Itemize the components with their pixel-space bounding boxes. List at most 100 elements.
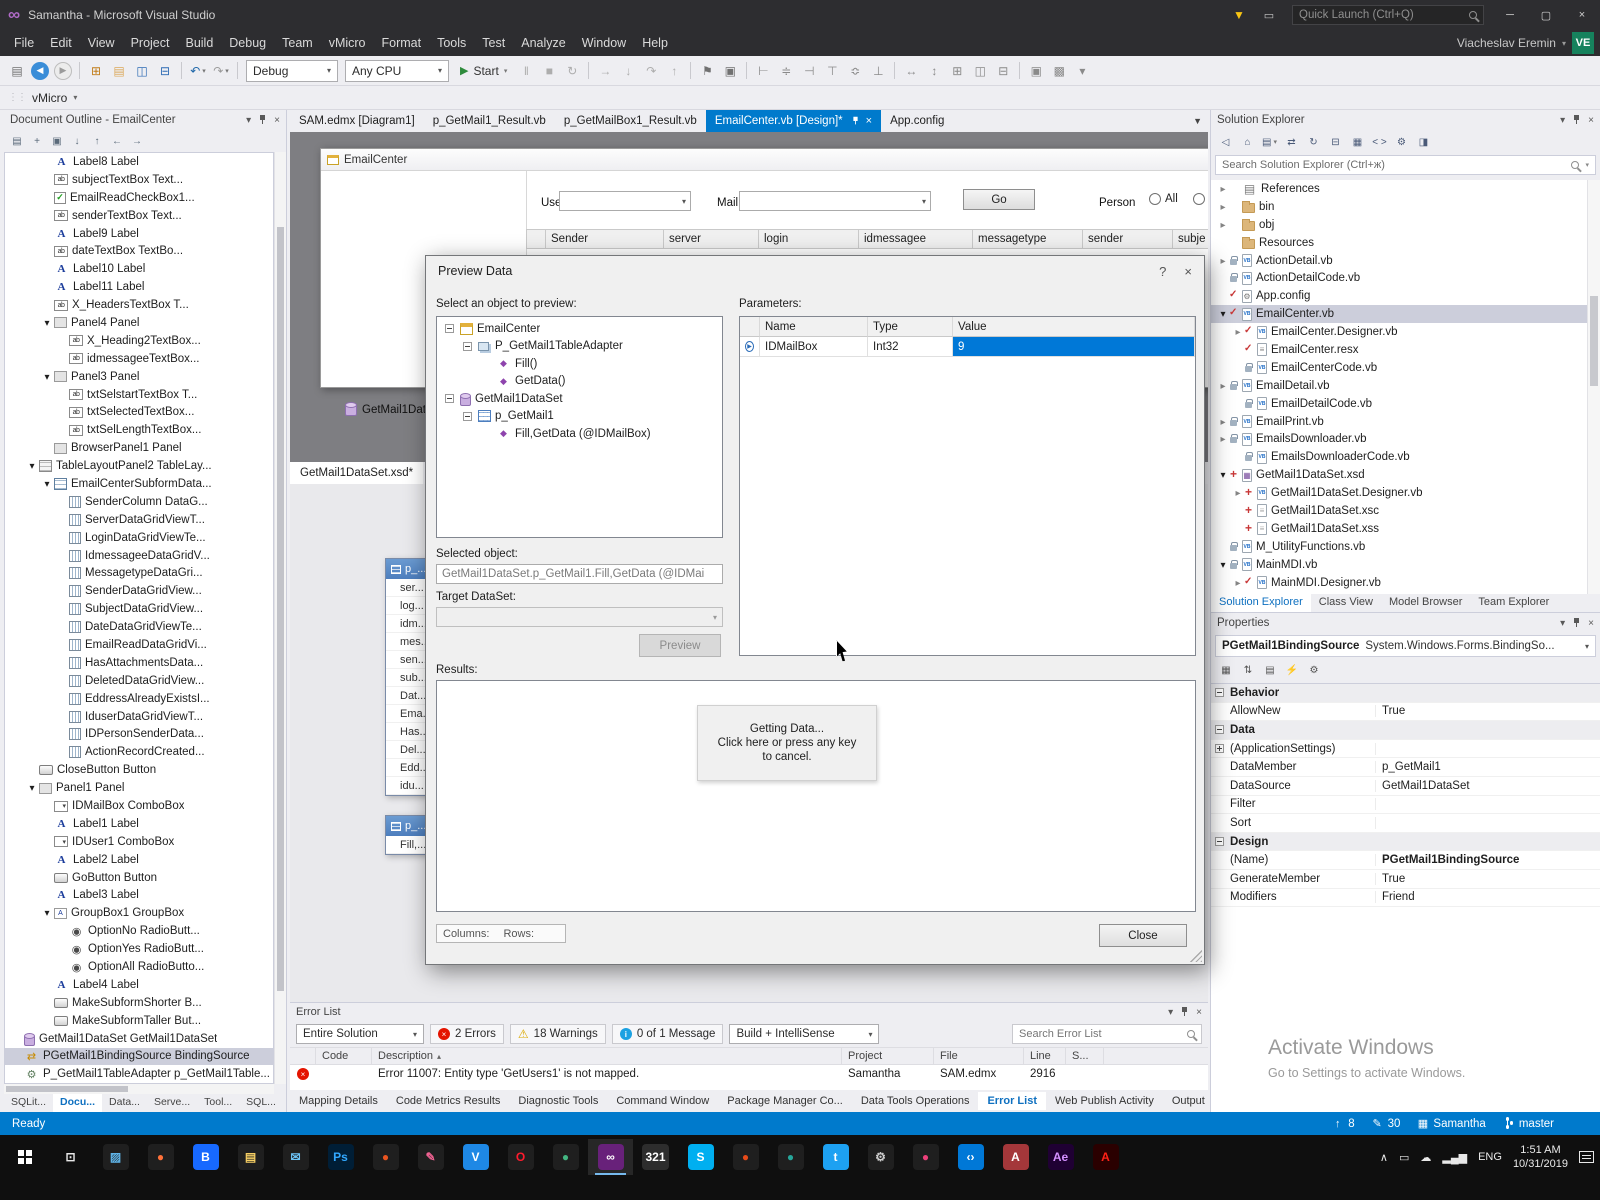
grid-column-header[interactable]: login — [759, 229, 859, 249]
menu-item[interactable]: vMicro — [321, 32, 374, 54]
messages-filter-button[interactable]: i 0 of 1 Message — [611, 1024, 724, 1044]
solution-configuration-dropdown[interactable]: Debug ▾ — [246, 59, 338, 82]
outline-item[interactable]: DeletedDataGridView... — [5, 672, 273, 690]
skype-app[interactable]: S — [678, 1139, 723, 1175]
close-button[interactable]: × — [1564, 0, 1600, 30]
hidden-icons-chevron[interactable]: ∧ — [1380, 1151, 1388, 1164]
opera-app[interactable]: O — [498, 1139, 543, 1175]
radio-clipped[interactable] — [1193, 193, 1205, 205]
pin-icon[interactable] — [258, 115, 267, 125]
outline-item[interactable]: Label3 Label — [5, 887, 273, 905]
param-value-input[interactable]: 9 — [953, 337, 1195, 357]
expander-icon[interactable] — [1215, 837, 1224, 847]
bring-front-icon[interactable]: ▣ — [1025, 60, 1047, 82]
chevron-down-icon[interactable]: ▾ — [73, 93, 77, 102]
left-dock-tab[interactable]: Data... — [102, 1094, 147, 1112]
properties-view-icon[interactable]: ▤ — [1261, 661, 1279, 679]
bottom-dock-tab[interactable]: Data Tools Operations — [852, 1092, 979, 1110]
horizontal-scrollbar[interactable] — [4, 1084, 274, 1094]
network-icon[interactable]: ▂▄▆ — [1442, 1151, 1467, 1164]
solution-explorer-item[interactable]: bin — [1211, 198, 1587, 216]
outline-item[interactable]: Label10 Label — [5, 260, 273, 278]
outline-item[interactable]: Panel3 Panel — [5, 368, 273, 386]
expander-icon[interactable] — [1232, 487, 1244, 499]
vertical-scrollbar[interactable] — [274, 152, 286, 1084]
solution-explorer-item[interactable]: Resources — [1211, 234, 1587, 252]
outline-item[interactable]: Label4 Label — [5, 976, 273, 994]
menu-item[interactable]: Tools — [429, 32, 474, 54]
signed-in-user[interactable]: Viacheslav Eremin — [1457, 36, 1556, 50]
outline-item[interactable]: Panel4 Panel — [5, 314, 273, 332]
expander-icon[interactable] — [1217, 559, 1229, 571]
funnel-icon[interactable]: ▼ — [1224, 0, 1254, 30]
expander-icon[interactable] — [41, 317, 53, 329]
events-icon[interactable]: ⚡ — [1283, 661, 1301, 679]
alphabetical-icon[interactable]: ⇅ — [1239, 661, 1257, 679]
property-row[interactable]: Sort — [1211, 814, 1600, 833]
vscode-app[interactable]: ‹› — [948, 1139, 993, 1175]
outline-item[interactable]: MakeSubformTaller But... — [5, 1012, 273, 1030]
solution-explorer-item[interactable]: M_UtilityFunctions.vb — [1211, 538, 1587, 556]
expander-icon[interactable] — [1217, 433, 1229, 445]
outline-item[interactable]: GoButton Button — [5, 869, 273, 887]
outline-item[interactable]: SenderDataGridView... — [5, 582, 273, 600]
outline-item[interactable]: SenderColumn DataG... — [5, 493, 273, 511]
menu-item[interactable]: Test — [474, 32, 513, 54]
solution-explorer-item[interactable]: GetMail1DataSet.xsc — [1211, 502, 1587, 520]
outline-item[interactable]: IDUser1 ComboBox — [5, 833, 273, 851]
outline-item[interactable]: IdmessageeDataGridV... — [5, 547, 273, 565]
selected-object-dropdown[interactable]: PGetMail1BindingSource System.Windows.Fo… — [1215, 635, 1596, 657]
property-row[interactable]: Behavior — [1211, 684, 1600, 703]
green-circle-app[interactable]: ● — [543, 1139, 588, 1175]
solution-explorer-item[interactable]: EmailsDownloader.vb — [1211, 430, 1587, 448]
stop-icon[interactable]: ■ — [538, 60, 560, 82]
properties-icon[interactable]: ⚙ — [1392, 133, 1411, 152]
preview-tree-item[interactable]: Fill,GetData (@IDMailBox) — [437, 425, 722, 443]
menu-item[interactable]: Build — [177, 32, 221, 54]
property-row[interactable]: Data — [1211, 721, 1600, 740]
outline-item[interactable]: ActionRecordCreated... — [5, 743, 273, 761]
preview-tree-item[interactable]: GetData() — [437, 373, 722, 391]
left-dock-tab[interactable]: Tool... — [197, 1094, 239, 1112]
behance-app[interactable]: B — [183, 1139, 228, 1175]
solution-explorer-item[interactable]: EmailsDownloaderCode.vb — [1211, 448, 1587, 466]
solution-explorer-search-input[interactable]: Search Solution Explorer (Ctrl+ж) ▾ — [1215, 155, 1596, 175]
error-column-header[interactable]: Code — [316, 1047, 372, 1065]
property-value[interactable]: PGetMail1BindingSource — [1376, 854, 1600, 866]
grid-column-header[interactable]: messagetype — [973, 229, 1083, 249]
property-value[interactable]: Friend — [1376, 891, 1600, 903]
expander-icon[interactable] — [1217, 183, 1229, 195]
photos-app[interactable]: ▨ — [93, 1139, 138, 1175]
outline-item[interactable]: MakeSubformShorter B... — [5, 994, 273, 1012]
access-app[interactable]: A — [993, 1139, 1038, 1175]
menu-item[interactable]: View — [80, 32, 123, 54]
align-tops-icon[interactable]: ⊤ — [821, 60, 843, 82]
save-all-icon[interactable]: ⊟ — [154, 60, 176, 82]
property-value[interactable]: True — [1376, 705, 1600, 717]
align-bottoms-icon[interactable]: ⊥ — [867, 60, 889, 82]
expander-icon[interactable] — [1215, 688, 1224, 698]
outline-item[interactable]: IduserDataGridViewT... — [5, 708, 273, 726]
menu-item[interactable]: Team — [274, 32, 321, 54]
pin-icon[interactable] — [1572, 618, 1581, 628]
document-tab[interactable]: SAM.edmx [Diagram1] × — [290, 110, 424, 132]
errors-filter-button[interactable]: × 2 Errors — [430, 1024, 504, 1044]
grid-column-header[interactable]: subje — [1173, 229, 1208, 249]
window-position-icon[interactable]: ▾ — [1560, 618, 1565, 629]
preview-tree-item[interactable]: P_GetMail1TableAdapter — [437, 338, 722, 356]
solution-platform-dropdown[interactable]: Any CPU ▾ — [345, 59, 449, 82]
orange-circle-app[interactable]: ● — [723, 1139, 768, 1175]
outline-item[interactable]: X_HeadersTextBox T... — [5, 296, 273, 314]
property-value[interactable]: p_GetMail1 — [1376, 761, 1600, 773]
expander-icon[interactable] — [1215, 744, 1224, 754]
close-icon[interactable]: × — [274, 115, 280, 126]
close-icon[interactable]: × — [1588, 618, 1594, 629]
outline-item[interactable]: EmailCenterSubformData... — [5, 475, 273, 493]
error-row[interactable]: × Error 11007: Entity type 'GetUsers1' i… — [290, 1065, 1208, 1083]
outline-item[interactable]: Label1 Label — [5, 815, 273, 833]
property-row[interactable]: (ApplicationSettings) — [1211, 740, 1600, 759]
dataset-document-tab[interactable]: GetMail1DataSet.xsd* — [290, 462, 424, 484]
menu-item[interactable]: Project — [123, 32, 178, 54]
param-col-name[interactable]: Name — [760, 317, 868, 337]
bottom-dock-tab[interactable]: Output — [1163, 1092, 1214, 1110]
